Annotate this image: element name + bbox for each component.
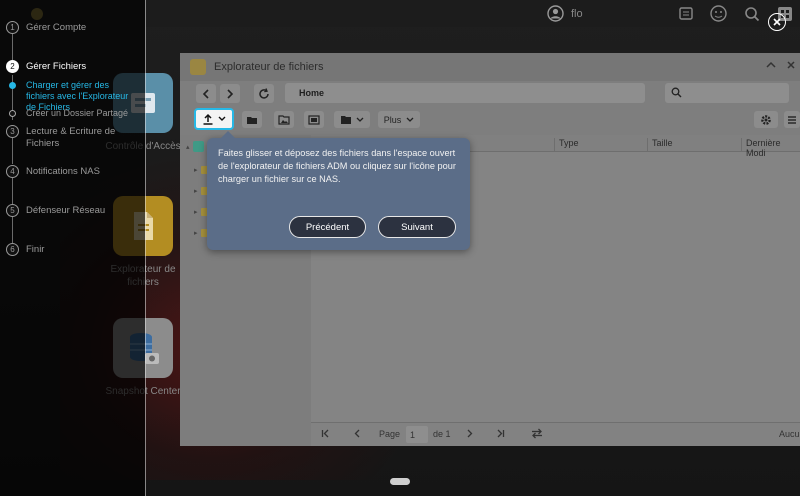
dock-handle[interactable] [390, 478, 410, 485]
column-header-size[interactable]: Taille [647, 138, 673, 152]
refresh-button[interactable] [254, 84, 274, 103]
list-view-icon [788, 115, 796, 124]
copy-move-button[interactable] [334, 111, 370, 128]
collapse-icon[interactable] [766, 59, 776, 73]
navigation-bar: Home [180, 81, 800, 107]
window-titlebar[interactable]: Explorateur de fichiers [180, 53, 800, 81]
wizard-step-3[interactable]: 3 Lecture & Ecriture de Fichiers [6, 125, 138, 150]
search-icon [671, 87, 682, 98]
new-folder-button[interactable] [242, 111, 262, 128]
wizard-divider [145, 0, 146, 496]
nas-icon [192, 141, 204, 152]
search-input[interactable] [665, 83, 789, 103]
gear-icon [761, 114, 771, 125]
path-breadcrumb[interactable]: Home [285, 83, 645, 103]
maximize-icon[interactable] [786, 59, 796, 73]
close-icon [773, 18, 781, 26]
sync-icon[interactable] [531, 428, 543, 441]
first-page-icon[interactable] [321, 429, 331, 440]
step-label: Défenseur Réseau [26, 205, 106, 216]
select-button[interactable] [304, 111, 324, 128]
prev-page-icon[interactable] [353, 429, 361, 440]
step-number: 6 [6, 243, 19, 256]
previous-button[interactable]: Précédent [289, 216, 366, 238]
step-number: 3 [6, 125, 19, 138]
column-header-modified[interactable]: Dernière Modi [741, 138, 800, 158]
page-total-label: de 1 [433, 429, 451, 439]
wizard-substep-shared-folder[interactable]: Créer un Dossier Partagé [9, 108, 138, 119]
username-label[interactable]: flo [571, 4, 583, 23]
step-connector [12, 178, 13, 204]
tree-root-item[interactable]: ▴ [186, 141, 204, 152]
search-icon[interactable] [744, 4, 760, 23]
user-avatar-icon[interactable] [547, 4, 564, 23]
toolbar: Plus [180, 107, 800, 134]
wizard-step-4[interactable]: 4 Notifications NAS [6, 165, 138, 178]
substep-indicator [9, 110, 16, 117]
step-label: Finir [26, 244, 45, 255]
step-number: 2 [6, 60, 19, 73]
wizard-step-5[interactable]: 5 Défenseur Réseau [6, 204, 138, 217]
next-button[interactable]: Suivant [378, 216, 456, 238]
pagination-bar: Page 1 de 1 Aucun [311, 422, 800, 446]
step-label: Gérer Compte [26, 22, 87, 33]
setup-wizard-sidebar: 1 Gérer Compte 2 Gérer Fichiers Charger … [0, 0, 145, 496]
back-button[interactable] [196, 84, 216, 103]
next-page-icon[interactable] [466, 429, 474, 440]
wizard-step-2[interactable]: 2 Gérer Fichiers [6, 60, 138, 73]
dashboard-icon[interactable] [710, 4, 727, 23]
step-connector [12, 217, 13, 243]
chevron-down-icon [406, 117, 414, 122]
more-dropdown[interactable]: Plus [378, 111, 420, 128]
item-count-status: Aucun [779, 429, 800, 439]
forward-button[interactable] [220, 84, 240, 103]
step-number: 1 [6, 21, 19, 34]
more-label: Plus [383, 114, 402, 125]
substep-indicator [9, 82, 16, 89]
column-header-type[interactable]: Type [554, 138, 579, 152]
last-page-icon[interactable] [495, 429, 505, 440]
page-label: Page [379, 429, 401, 439]
step-label: Lecture & Ecriture de Fichiers [26, 126, 116, 149]
view-mode-button[interactable] [784, 111, 800, 128]
window-title: Explorateur de fichiers [214, 61, 324, 73]
wizard-step-1[interactable]: 1 Gérer Compte [6, 21, 138, 34]
step-number: 5 [6, 204, 19, 217]
chevron-down-icon [218, 116, 226, 121]
chevron-down-icon [356, 117, 364, 122]
step-label: Notifications NAS [26, 166, 100, 177]
tooltip-text: Faites glisser et déposez des fichiers d… [218, 148, 456, 184]
wizard-step-6[interactable]: 6 Finir [6, 243, 138, 256]
substep-label: Créer un Dossier Partagé [26, 108, 129, 118]
file-explorer-app-icon [190, 59, 206, 75]
upload-icon [203, 113, 213, 125]
tutorial-tooltip: Faites glisser et déposez des fichiers d… [207, 131, 470, 250]
page-number-input[interactable]: 1 [406, 426, 428, 443]
tooltip-arrow [221, 131, 235, 138]
step-number: 4 [6, 165, 19, 178]
notes-icon[interactable] [678, 4, 694, 23]
step-connector [12, 34, 13, 60]
step-label: Gérer Fichiers [26, 61, 87, 72]
close-tutorial-button[interactable] [768, 13, 786, 31]
settings-button[interactable] [754, 111, 778, 128]
open-folder-button[interactable] [274, 111, 294, 128]
upload-button[interactable] [194, 108, 234, 130]
